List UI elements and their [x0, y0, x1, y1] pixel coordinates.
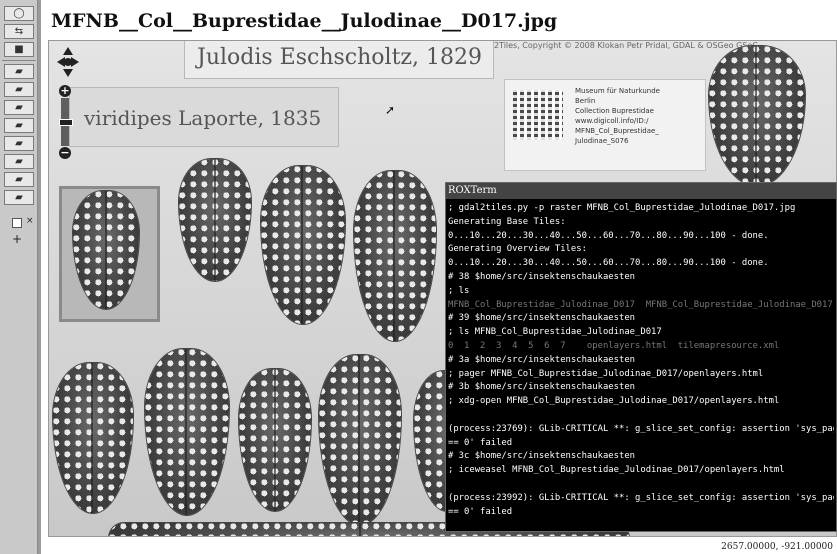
terminal-line: == 0' failed	[448, 437, 513, 448]
terminal-line: ; xdg-open MFNB_Col_Buprestidae_Julodina…	[448, 396, 780, 407]
terminal-window[interactable]: ROXTerm ; gdal2tiles.py -p raster MFNB_C…	[445, 182, 837, 532]
panel-separator	[2, 60, 36, 61]
terminal-line: == 0' failed	[448, 506, 513, 517]
mouse-position-readout: 2657.00000, -921.00000	[721, 542, 833, 552]
terminal-line: # 38 $home/src/insektenschaukaesten	[448, 271, 636, 282]
zoom-in-button[interactable]: +	[59, 85, 71, 97]
museum-card-line: www.digicoll.info/ID:/	[575, 117, 649, 125]
pan-up-icon[interactable]	[63, 47, 73, 55]
terminal-line: ; ls	[448, 285, 470, 296]
folder-icon[interactable]: ▰	[4, 118, 34, 133]
genus-label: Julodis Eschscholtz, 1829	[184, 41, 494, 79]
museum-card-line: MFNB_Col_Buprestidae_	[575, 127, 659, 135]
terminal-title[interactable]: ROXTerm	[446, 183, 836, 199]
terminal-line: 0...10...20...30...40...50...60...70...8…	[448, 258, 769, 269]
terminal-line: ; pager MFNB_Col_Buprestidae_Julodinae_D…	[448, 368, 764, 379]
folder-icon[interactable]: ▰	[4, 190, 34, 205]
terminal-line: MFNB_Col_Buprestidae_Julodinae_D017 MFNB…	[448, 299, 834, 310]
terminal-line: (process:23769): GLib-CRITICAL **: g_sli…	[448, 423, 834, 434]
zoom-slider[interactable]	[59, 118, 73, 126]
zoom-bar: + −	[59, 85, 73, 161]
pan-down-icon[interactable]	[63, 69, 73, 77]
terminal-line: (process:23992): GLib-CRITICAL **: g_sli…	[448, 492, 834, 503]
museum-card-text: Museum für Naturkunde Berlin Collection …	[575, 86, 660, 146]
close-icon[interactable]: ×	[26, 216, 34, 226]
mouse-cursor-icon: ➚	[385, 103, 396, 117]
swap-icon[interactable]: ⇆	[4, 24, 34, 39]
terminal-line: ; iceweasel MFNB_Col_Buprestidae_Julodin…	[448, 465, 785, 476]
terminal-line: # 3c $home/src/insektenschaukaesten	[448, 451, 636, 462]
terminal-output[interactable]: ; gdal2tiles.py -p raster MFNB_Col_Bupre…	[446, 199, 836, 519]
museum-card-line: Museum für Naturkunde	[575, 87, 660, 95]
pan-right-icon[interactable]	[71, 57, 79, 67]
terminal-line: # 3a $home/src/insektenschaukaesten	[448, 354, 636, 365]
museum-card-line: Berlin	[575, 97, 596, 105]
museum-card-line: Collection Buprestidae	[575, 107, 654, 115]
github-icon[interactable]: ◯	[4, 6, 34, 21]
folder-icon[interactable]: ▰	[4, 64, 34, 79]
pan-control[interactable]	[57, 47, 79, 77]
qr-code-icon	[513, 90, 563, 140]
zoom-out-button[interactable]: −	[59, 147, 71, 159]
attribution-text: Title (GDAL2Tiles, Copyright © 2008 Klok…	[449, 41, 758, 50]
record-icon[interactable]: ■	[4, 42, 34, 57]
terminal-line: ; gdal2tiles.py -p raster MFNB_Col_Bupre…	[448, 203, 796, 213]
add-icon[interactable]: +	[12, 232, 22, 246]
museum-card-line: Julodinae_S076	[575, 137, 629, 145]
folder-icon[interactable]: ▰	[4, 82, 34, 97]
folder-icon[interactable]: ▰	[4, 154, 34, 169]
terminal-line: # 3b $home/src/insektenschaukaesten	[448, 382, 636, 393]
pan-center-icon[interactable]	[64, 58, 72, 66]
terminal-line: # 39 $home/src/insektenschaukaesten	[448, 313, 636, 324]
terminal-line: Generating Base Tiles:	[448, 216, 566, 227]
terminal-line: 0...10...20...30...40...50...60...70...8…	[448, 230, 769, 241]
checkbox[interactable]	[12, 218, 22, 228]
terminal-line: ; ls MFNB_Col_Buprestidae_Julodinae_D017	[448, 327, 662, 338]
folder-icon[interactable]: ▰	[4, 136, 34, 151]
terminal-line: Generating Overview Tiles:	[448, 244, 587, 255]
terminal-line: 0 1 2 3 4 5 6 7 openlayers.html tilemapr…	[448, 340, 780, 351]
folder-icon[interactable]: ▰	[4, 100, 34, 115]
window-title: MFNB__Col__Buprestidae__Julodinae__D017.…	[51, 10, 558, 32]
species-label: viridipes Laporte, 1835	[69, 87, 339, 147]
museum-card: Museum für Naturkunde Berlin Collection …	[504, 79, 706, 171]
folder-icon[interactable]: ▰	[4, 172, 34, 187]
launcher-panel: ◯ ⇆ ■ ▰ ▰ ▰ ▰ ▰ ▰ ▰ ▰ × +	[0, 0, 38, 554]
